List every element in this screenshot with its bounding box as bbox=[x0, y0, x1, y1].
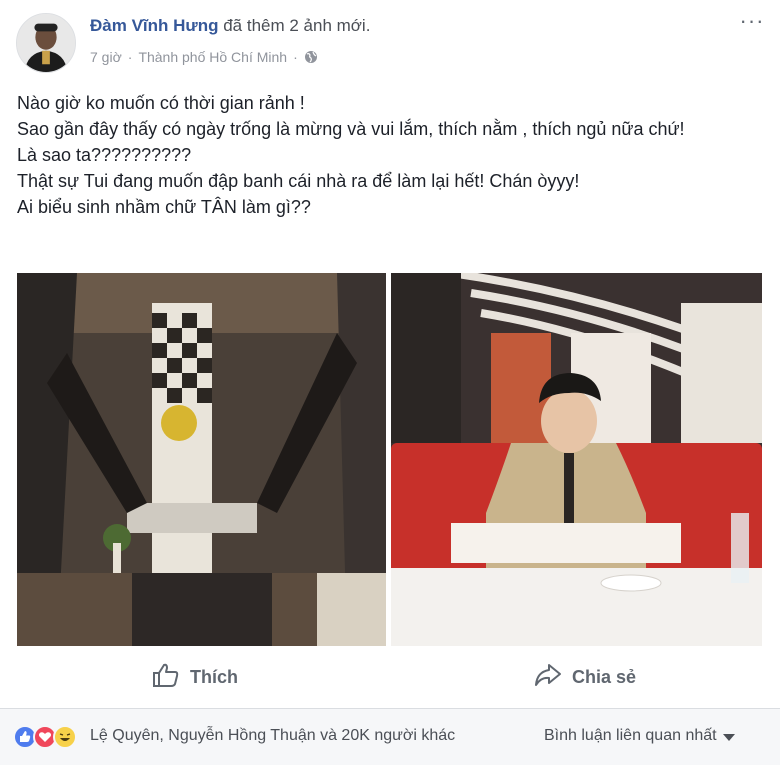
share-label: Chia sẻ bbox=[571, 666, 637, 687]
reaction-icons[interactable] bbox=[13, 725, 93, 749]
globe-icon[interactable] bbox=[304, 50, 318, 64]
meta-separator: · bbox=[127, 49, 133, 65]
share-button[interactable]: Chia sẻ bbox=[390, 648, 780, 706]
share-arrow-icon bbox=[534, 662, 562, 693]
like-button[interactable]: Thích bbox=[0, 648, 390, 706]
haha-icon bbox=[53, 725, 77, 749]
meta-separator: · bbox=[293, 49, 298, 65]
post-text-line: Sao gần đây thấy có ngày trống là mừng v… bbox=[17, 119, 685, 139]
comment-sort-dropdown[interactable]: Bình luận liên quan nhất bbox=[544, 727, 735, 745]
post-action-text: đã thêm 2 ảnh mới. bbox=[218, 16, 371, 35]
reactions-summary[interactable]: Lệ Quyên, Nguyễn Hồng Thuận và 20K người… bbox=[90, 727, 455, 745]
thumbs-up-icon bbox=[152, 662, 180, 693]
comment-sort-label: Bình luận liên quan nhất bbox=[544, 727, 717, 744]
post-time[interactable]: 7 giờ bbox=[90, 49, 122, 65]
post-title-line: Đàm Vĩnh Hưng đã thêm 2 ảnh mới. bbox=[90, 16, 370, 36]
post-text-line: Ai biểu sinh nhầm chữ TÂN làm gì?? bbox=[17, 197, 311, 217]
post-text: Nào giờ ko muốn có thời gian rảnh ! Sao … bbox=[17, 90, 767, 220]
like-label: Thích bbox=[190, 666, 238, 687]
author-name[interactable]: Đàm Vĩnh Hưng bbox=[90, 16, 218, 35]
post-actions: Thích Chia sẻ bbox=[0, 648, 780, 706]
post-text-line: Thật sự Tui đang muốn đập banh cái nhà r… bbox=[17, 171, 580, 191]
ellipsis-icon[interactable]: ··· bbox=[738, 10, 766, 36]
photo-house-interior[interactable] bbox=[17, 273, 386, 646]
avatar-image bbox=[17, 14, 75, 72]
photo-restaurant[interactable] bbox=[391, 273, 762, 646]
author-avatar[interactable] bbox=[16, 13, 76, 73]
post-text-line: Là sao ta?????????? bbox=[17, 145, 192, 165]
post-meta: 7 giờ · Thành phố Hồ Chí Minh · bbox=[90, 49, 318, 65]
post-location[interactable]: Thành phố Hồ Chí Minh bbox=[138, 49, 287, 65]
reactions-bar: Lệ Quyên, Nguyễn Hồng Thuận và 20K người… bbox=[0, 709, 780, 765]
post-header: Đàm Vĩnh Hưng đã thêm 2 ảnh mới. 7 giờ ·… bbox=[0, 0, 780, 80]
caret-down-icon bbox=[722, 733, 735, 741]
photo-grid bbox=[17, 273, 762, 646]
post-text-line: Nào giờ ko muốn có thời gian rảnh ! bbox=[17, 93, 305, 113]
